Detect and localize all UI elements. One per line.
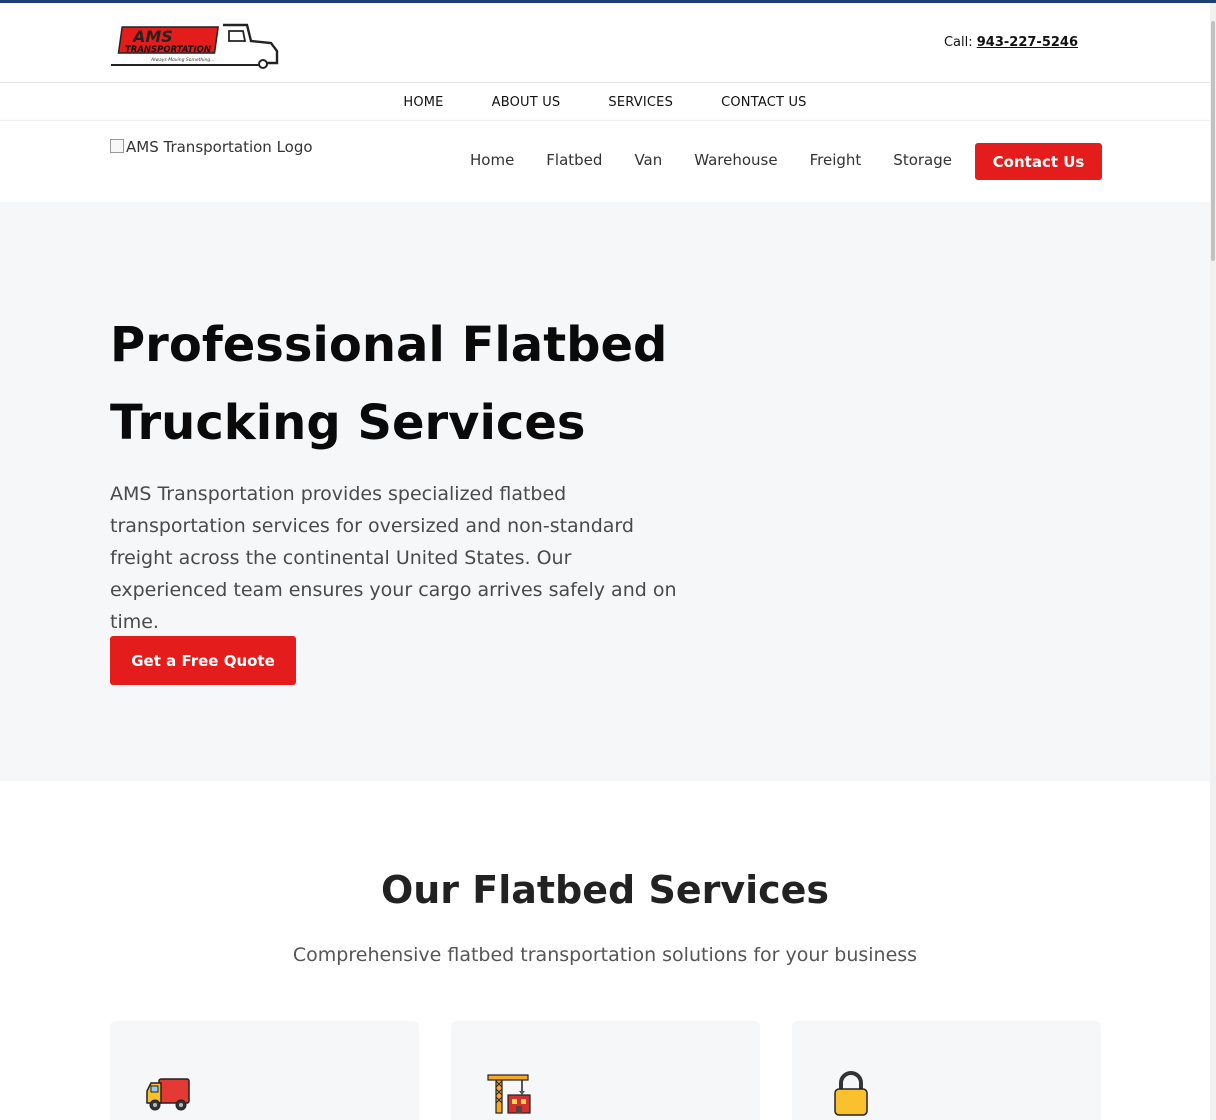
lock-icon (834, 1071, 868, 1116)
top-nav-services[interactable]: SERVICES (608, 95, 673, 110)
scrollbar-thumb[interactable] (1211, 21, 1215, 261)
broken-image-icon (110, 139, 124, 153)
ams-logo[interactable]: AMS TRANSPORTATION Always Moving Somethi… (111, 21, 281, 69)
services-subtitle: Comprehensive flatbed transportation sol… (292, 944, 918, 966)
call-label: Call: (943, 35, 973, 50)
logo-alt-text: AMS Transportation Logo (126, 138, 313, 156)
nav-link-home[interactable]: Home (470, 151, 514, 169)
nav-link-van[interactable]: Van (634, 151, 662, 169)
construction-crane-icon (487, 1074, 531, 1114)
logo-subline: TRANSPORTATION (125, 45, 211, 55)
service-card-2[interactable] (451, 1021, 760, 1120)
hero-title-line-1: Professional Flatbed (110, 317, 668, 373)
logo-tagline: Always Moving Something... (150, 57, 215, 63)
main-nav-links: Home Flatbed Van Warehouse Freight Stora… (470, 151, 952, 169)
main-nav: AMS Transportation Logo Home Flatbed Van… (0, 120, 1210, 202)
nav-link-storage[interactable]: Storage (893, 151, 952, 169)
top-nav-contact-us[interactable]: CONTACT US (721, 95, 807, 110)
nav-link-warehouse[interactable]: Warehouse (694, 151, 777, 169)
top-nav-about-us[interactable]: ABOUT US (492, 95, 561, 110)
logo-wordmark: AMS (131, 27, 173, 46)
nav-link-freight[interactable]: Freight (810, 151, 862, 169)
nav-link-flatbed[interactable]: Flatbed (546, 151, 602, 169)
service-card-1[interactable] (110, 1021, 419, 1120)
top-nav: HOME ABOUT US SERVICES CONTACT US (0, 84, 1210, 120)
services-title: Our Flatbed Services (380, 868, 830, 912)
broken-logo-image[interactable]: AMS Transportation Logo (110, 138, 313, 156)
hero-title: Professional Flatbed Trucking Services (110, 306, 710, 462)
page-scrollbar[interactable] (1210, 3, 1216, 1120)
top-nav-home[interactable]: HOME (403, 95, 443, 110)
call-info: Call: 943-227-5246 (944, 35, 1078, 50)
hero-section: Professional Flatbed Trucking Services A… (0, 202, 1210, 781)
get-free-quote-button[interactable]: Get a Free Quote (110, 636, 296, 685)
phone-link[interactable]: 943-227-5246 (977, 35, 1078, 50)
hero-title-line-2: Trucking Services (110, 395, 586, 451)
hero-description: AMS Transportation provides specialized … (110, 483, 677, 633)
brand-header: AMS TRANSPORTATION Always Moving Somethi… (0, 3, 1210, 83)
service-cards (110, 1021, 1102, 1120)
truck-icon (146, 1078, 190, 1111)
contact-us-button[interactable]: Contact Us (975, 143, 1102, 180)
service-card-3[interactable] (792, 1021, 1101, 1120)
